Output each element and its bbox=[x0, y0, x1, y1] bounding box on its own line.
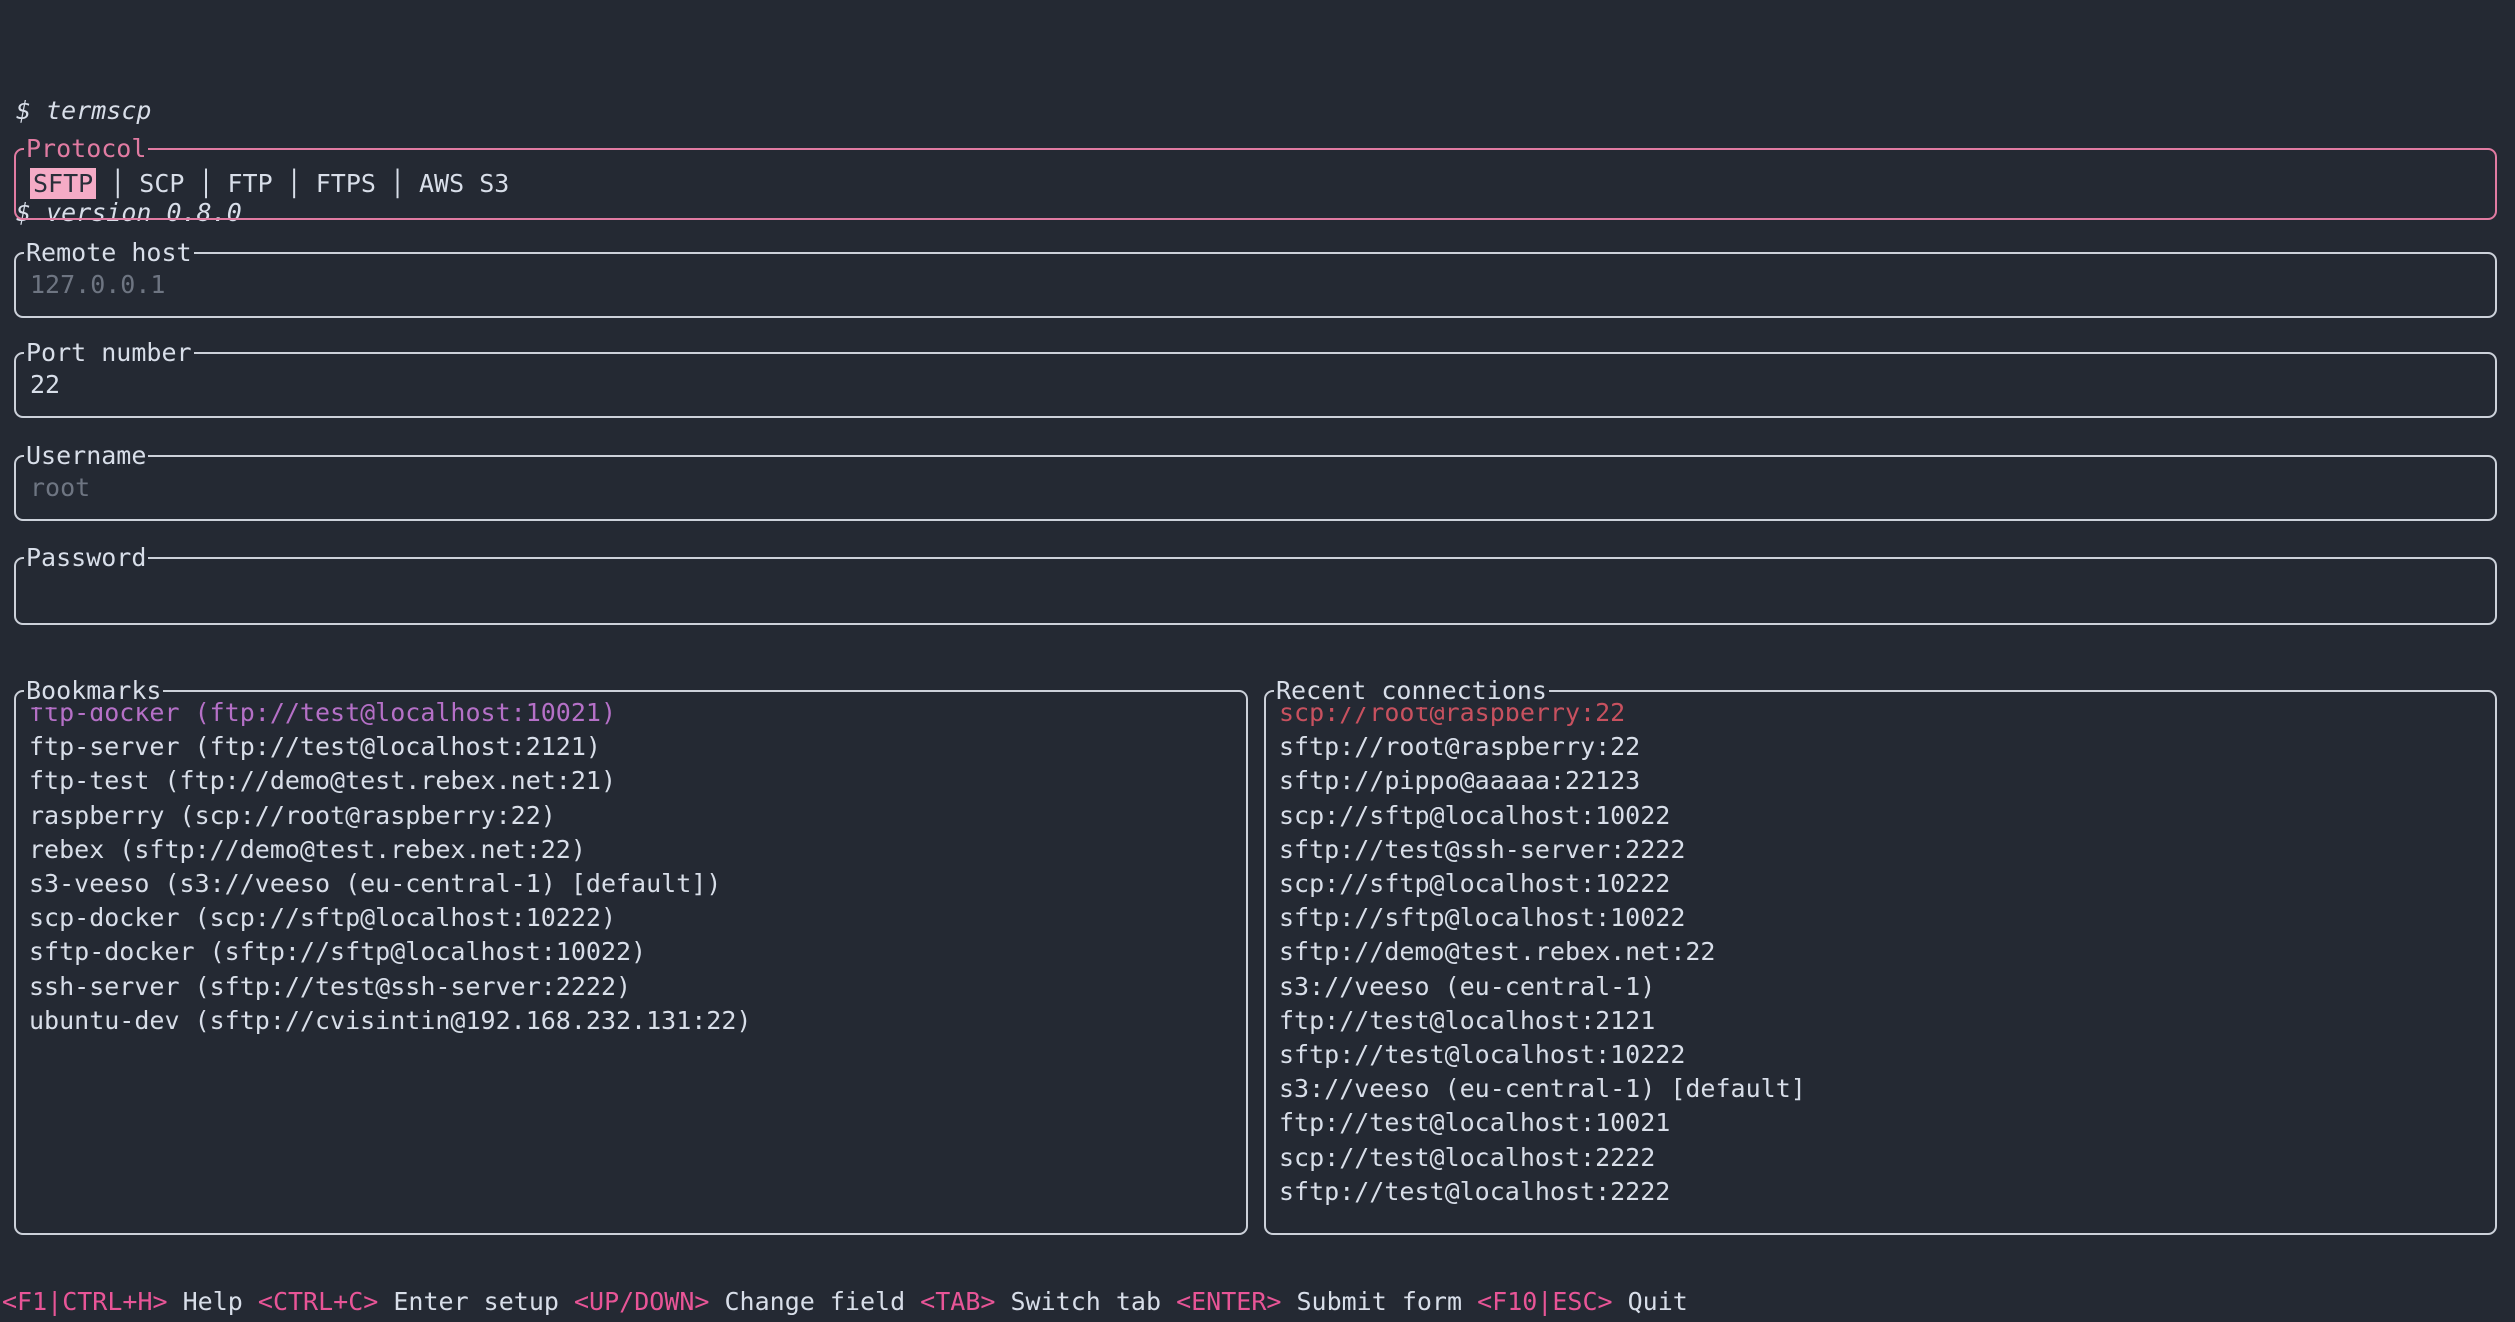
bookmark-item[interactable]: rebex (sftp://demo@test.rebex.net:22) bbox=[29, 833, 1246, 867]
remote-host-field[interactable]: Remote host 127.0.0.1 bbox=[14, 252, 2497, 318]
bookmark-item[interactable]: sftp-docker (sftp://sftp@localhost:10022… bbox=[29, 935, 1246, 969]
recent-connections-panel: Recent connections scp://root@raspberry:… bbox=[1264, 690, 2497, 1235]
recent-connection-item[interactable]: ftp://test@localhost:10021 bbox=[1279, 1106, 2495, 1140]
protocol-option-ftps[interactable]: FTPS bbox=[316, 169, 376, 198]
recent-connection-item[interactable]: sftp://test@ssh-server:2222 bbox=[1279, 833, 2495, 867]
help-key: <ENTER> bbox=[1176, 1287, 1281, 1316]
prompt-line-1: $ termscp bbox=[16, 94, 242, 128]
remote-host-label: Remote host bbox=[24, 237, 194, 269]
help-action: Help bbox=[168, 1287, 258, 1316]
help-action: Switch tab bbox=[995, 1287, 1176, 1316]
bookmarks-panel: Bookmarks ftp-docker (ftp://test@localho… bbox=[14, 690, 1248, 1235]
remote-host-value[interactable]: 127.0.0.1 bbox=[16, 254, 2495, 302]
recent-connection-item[interactable]: s3://veeso (eu-central-1) bbox=[1279, 970, 2495, 1004]
recent-connections-label: Recent connections bbox=[1274, 675, 1549, 707]
recent-connection-item[interactable]: scp://sftp@localhost:10022 bbox=[1279, 799, 2495, 833]
help-key: <TAB> bbox=[920, 1287, 995, 1316]
bookmark-item[interactable]: ftp-server (ftp://test@localhost:2121) bbox=[29, 730, 1246, 764]
help-key: <F10|ESC> bbox=[1477, 1287, 1612, 1316]
termscp-window: $ termscp $ version 0.8.0 Protocol SFTP│… bbox=[0, 0, 2515, 1322]
protocol-separator: │ bbox=[390, 169, 405, 198]
bookmark-item[interactable]: scp-docker (scp://sftp@localhost:10222) bbox=[29, 901, 1246, 935]
help-action: Submit form bbox=[1281, 1287, 1477, 1316]
recent-connection-item[interactable]: scp://test@localhost:2222 bbox=[1279, 1141, 2495, 1175]
protocol-separator: │ bbox=[198, 169, 213, 198]
bookmark-item[interactable]: raspberry (scp://root@raspberry:22) bbox=[29, 799, 1246, 833]
bookmark-item[interactable]: ssh-server (sftp://test@ssh-server:2222) bbox=[29, 970, 1246, 1004]
recent-connection-item[interactable]: sftp://root@raspberry:22 bbox=[1279, 730, 2495, 764]
port-number-label: Port number bbox=[24, 337, 194, 369]
protocol-separator: │ bbox=[287, 169, 302, 198]
help-action: Change field bbox=[709, 1287, 920, 1316]
help-bar: <F1|CTRL+H> Help <CTRL+C> Enter setup <U… bbox=[2, 1286, 1703, 1318]
port-number-value[interactable]: 22 bbox=[16, 354, 2495, 402]
bookmarks-list: ftp-docker (ftp://test@localhost:10021)f… bbox=[16, 692, 1246, 1038]
recent-list: scp://root@raspberry:22sftp://root@raspb… bbox=[1266, 692, 2495, 1209]
port-number-field[interactable]: Port number 22 bbox=[14, 352, 2497, 418]
help-key: <F1|CTRL+H> bbox=[2, 1287, 168, 1316]
username-value[interactable]: root bbox=[16, 457, 2495, 505]
protocol-option-ftp[interactable]: FTP bbox=[228, 169, 273, 198]
bookmark-item[interactable]: ftp-docker (ftp://test@localhost:10021) bbox=[29, 696, 1246, 730]
protocol-label: Protocol bbox=[24, 133, 148, 165]
bookmark-item[interactable]: ftp-test (ftp://demo@test.rebex.net:21) bbox=[29, 764, 1246, 798]
recent-connection-item[interactable]: sftp://pippo@aaaaa:22123 bbox=[1279, 764, 2495, 798]
recent-connection-item[interactable]: sftp://demo@test.rebex.net:22 bbox=[1279, 935, 2495, 969]
password-value[interactable] bbox=[16, 559, 2495, 573]
protocol-field[interactable]: Protocol SFTP│SCP│FTP│FTPS│AWS S3 bbox=[14, 148, 2497, 220]
username-label: Username bbox=[24, 440, 148, 472]
help-key: <UP/DOWN> bbox=[574, 1287, 709, 1316]
help-action: Enter setup bbox=[378, 1287, 574, 1316]
bookmark-item[interactable]: ubuntu-dev (sftp://cvisintin@192.168.232… bbox=[29, 1004, 1246, 1038]
help-key: <CTRL+C> bbox=[258, 1287, 378, 1316]
protocol-option-aws-s3[interactable]: AWS S3 bbox=[419, 169, 509, 198]
bookmarks-label: Bookmarks bbox=[24, 675, 163, 707]
recent-connection-item[interactable]: sftp://test@localhost:10222 bbox=[1279, 1038, 2495, 1072]
recent-connection-item[interactable]: scp://sftp@localhost:10222 bbox=[1279, 867, 2495, 901]
protocol-separator: │ bbox=[110, 169, 125, 198]
protocol-option-sftp[interactable]: SFTP bbox=[30, 168, 96, 199]
recent-connection-item[interactable]: sftp://test@localhost:2222 bbox=[1279, 1175, 2495, 1209]
recent-connection-item[interactable]: s3://veeso (eu-central-1) [default] bbox=[1279, 1072, 2495, 1106]
recent-connection-item[interactable]: ftp://test@localhost:2121 bbox=[1279, 1004, 2495, 1038]
protocol-option-scp[interactable]: SCP bbox=[139, 169, 184, 198]
recent-connection-item[interactable]: sftp://sftp@localhost:10022 bbox=[1279, 901, 2495, 935]
password-label: Password bbox=[24, 542, 148, 574]
username-field[interactable]: Username root bbox=[14, 455, 2497, 521]
protocol-options: SFTP │ SCP │ FTP │ FTPS │ AWS S3 bbox=[16, 150, 2495, 201]
help-action: Quit bbox=[1613, 1287, 1703, 1316]
bookmark-item[interactable]: s3-veeso (s3://veeso (eu-central-1) [def… bbox=[29, 867, 1246, 901]
password-field[interactable]: Password bbox=[14, 557, 2497, 625]
